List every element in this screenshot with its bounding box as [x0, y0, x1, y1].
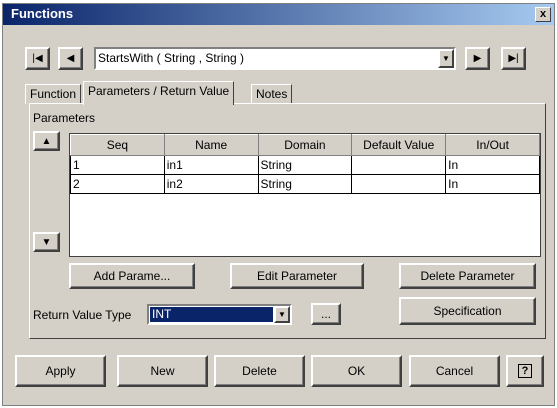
parameters-group-label: Parameters — [33, 111, 96, 125]
ok-button[interactable]: OK — [311, 355, 402, 387]
column-header-in-out[interactable]: In/Out — [445, 134, 540, 156]
cancel-button[interactable]: Cancel — [409, 355, 500, 387]
cell-default-value[interactable] — [351, 155, 447, 175]
cell-domain[interactable]: String — [257, 174, 353, 194]
close-button[interactable]: x — [535, 7, 551, 22]
column-header-default-value[interactable]: Default Value — [351, 134, 447, 156]
edit-parameter-button[interactable]: Edit Parameter — [230, 263, 364, 289]
cell-name[interactable]: in1 — [163, 155, 259, 175]
move-down-button[interactable]: ▼ — [33, 232, 60, 252]
table-row[interactable]: 2 in2 String In — [70, 174, 540, 194]
delete-button[interactable]: Delete — [214, 355, 305, 387]
return-value-type-label: Return Value Type — [33, 308, 132, 322]
first-record-button[interactable]: |◀ — [25, 47, 50, 70]
title-bar[interactable]: Functions x — [3, 4, 554, 25]
column-header-seq[interactable]: Seq — [70, 134, 165, 156]
delete-parameter-button[interactable]: Delete Parameter — [399, 263, 536, 289]
return-value-type-value: INT — [150, 307, 273, 322]
cell-default-value[interactable] — [351, 174, 447, 194]
window-title: Functions — [11, 6, 74, 21]
cell-seq[interactable]: 2 — [70, 174, 165, 194]
previous-record-button[interactable]: ◀ — [58, 47, 83, 70]
chevron-down-icon[interactable]: ▼ — [274, 306, 290, 323]
parameters-table[interactable]: Seq Name Domain Default Value In/Out 1 i… — [69, 133, 541, 257]
tab-notes[interactable]: Notes — [251, 84, 293, 104]
table-header-row: Seq Name Domain Default Value In/Out — [70, 134, 540, 156]
tab-parameters-return-value[interactable]: Parameters / Return Value — [83, 81, 235, 105]
functions-window: Functions x |◀ ◀ StartsWith ( String , S… — [2, 3, 555, 406]
cell-domain[interactable]: String — [257, 155, 353, 175]
next-record-button[interactable]: ▶ — [465, 47, 490, 70]
help-button[interactable]: ? — [506, 355, 544, 387]
ellipsis-button[interactable]: ... — [311, 303, 341, 325]
tab-function[interactable]: Function — [25, 84, 82, 104]
table-row[interactable]: 1 in1 String In — [70, 155, 540, 175]
cell-seq[interactable]: 1 — [70, 155, 165, 175]
new-button[interactable]: New — [117, 355, 208, 387]
apply-button[interactable]: Apply — [15, 355, 106, 387]
help-icon: ? — [517, 364, 533, 378]
move-up-button[interactable]: ▲ — [33, 131, 60, 151]
column-header-name[interactable]: Name — [163, 134, 259, 156]
cell-name[interactable]: in2 — [163, 174, 259, 194]
column-header-domain[interactable]: Domain — [257, 134, 353, 156]
last-record-button[interactable]: ▶| — [501, 47, 526, 70]
add-parameter-button[interactable]: Add Parame... — [69, 263, 195, 289]
return-value-type-select[interactable]: INT ▼ — [147, 304, 292, 325]
function-selector[interactable]: StartsWith ( String , String ) ▼ — [94, 47, 456, 70]
function-selector-value: StartsWith ( String , String ) — [98, 51, 245, 65]
specification-button[interactable]: Specification — [399, 297, 536, 325]
cell-in-out[interactable]: In — [445, 155, 540, 175]
cell-in-out[interactable]: In — [445, 174, 540, 194]
chevron-down-icon[interactable]: ▼ — [438, 49, 454, 68]
